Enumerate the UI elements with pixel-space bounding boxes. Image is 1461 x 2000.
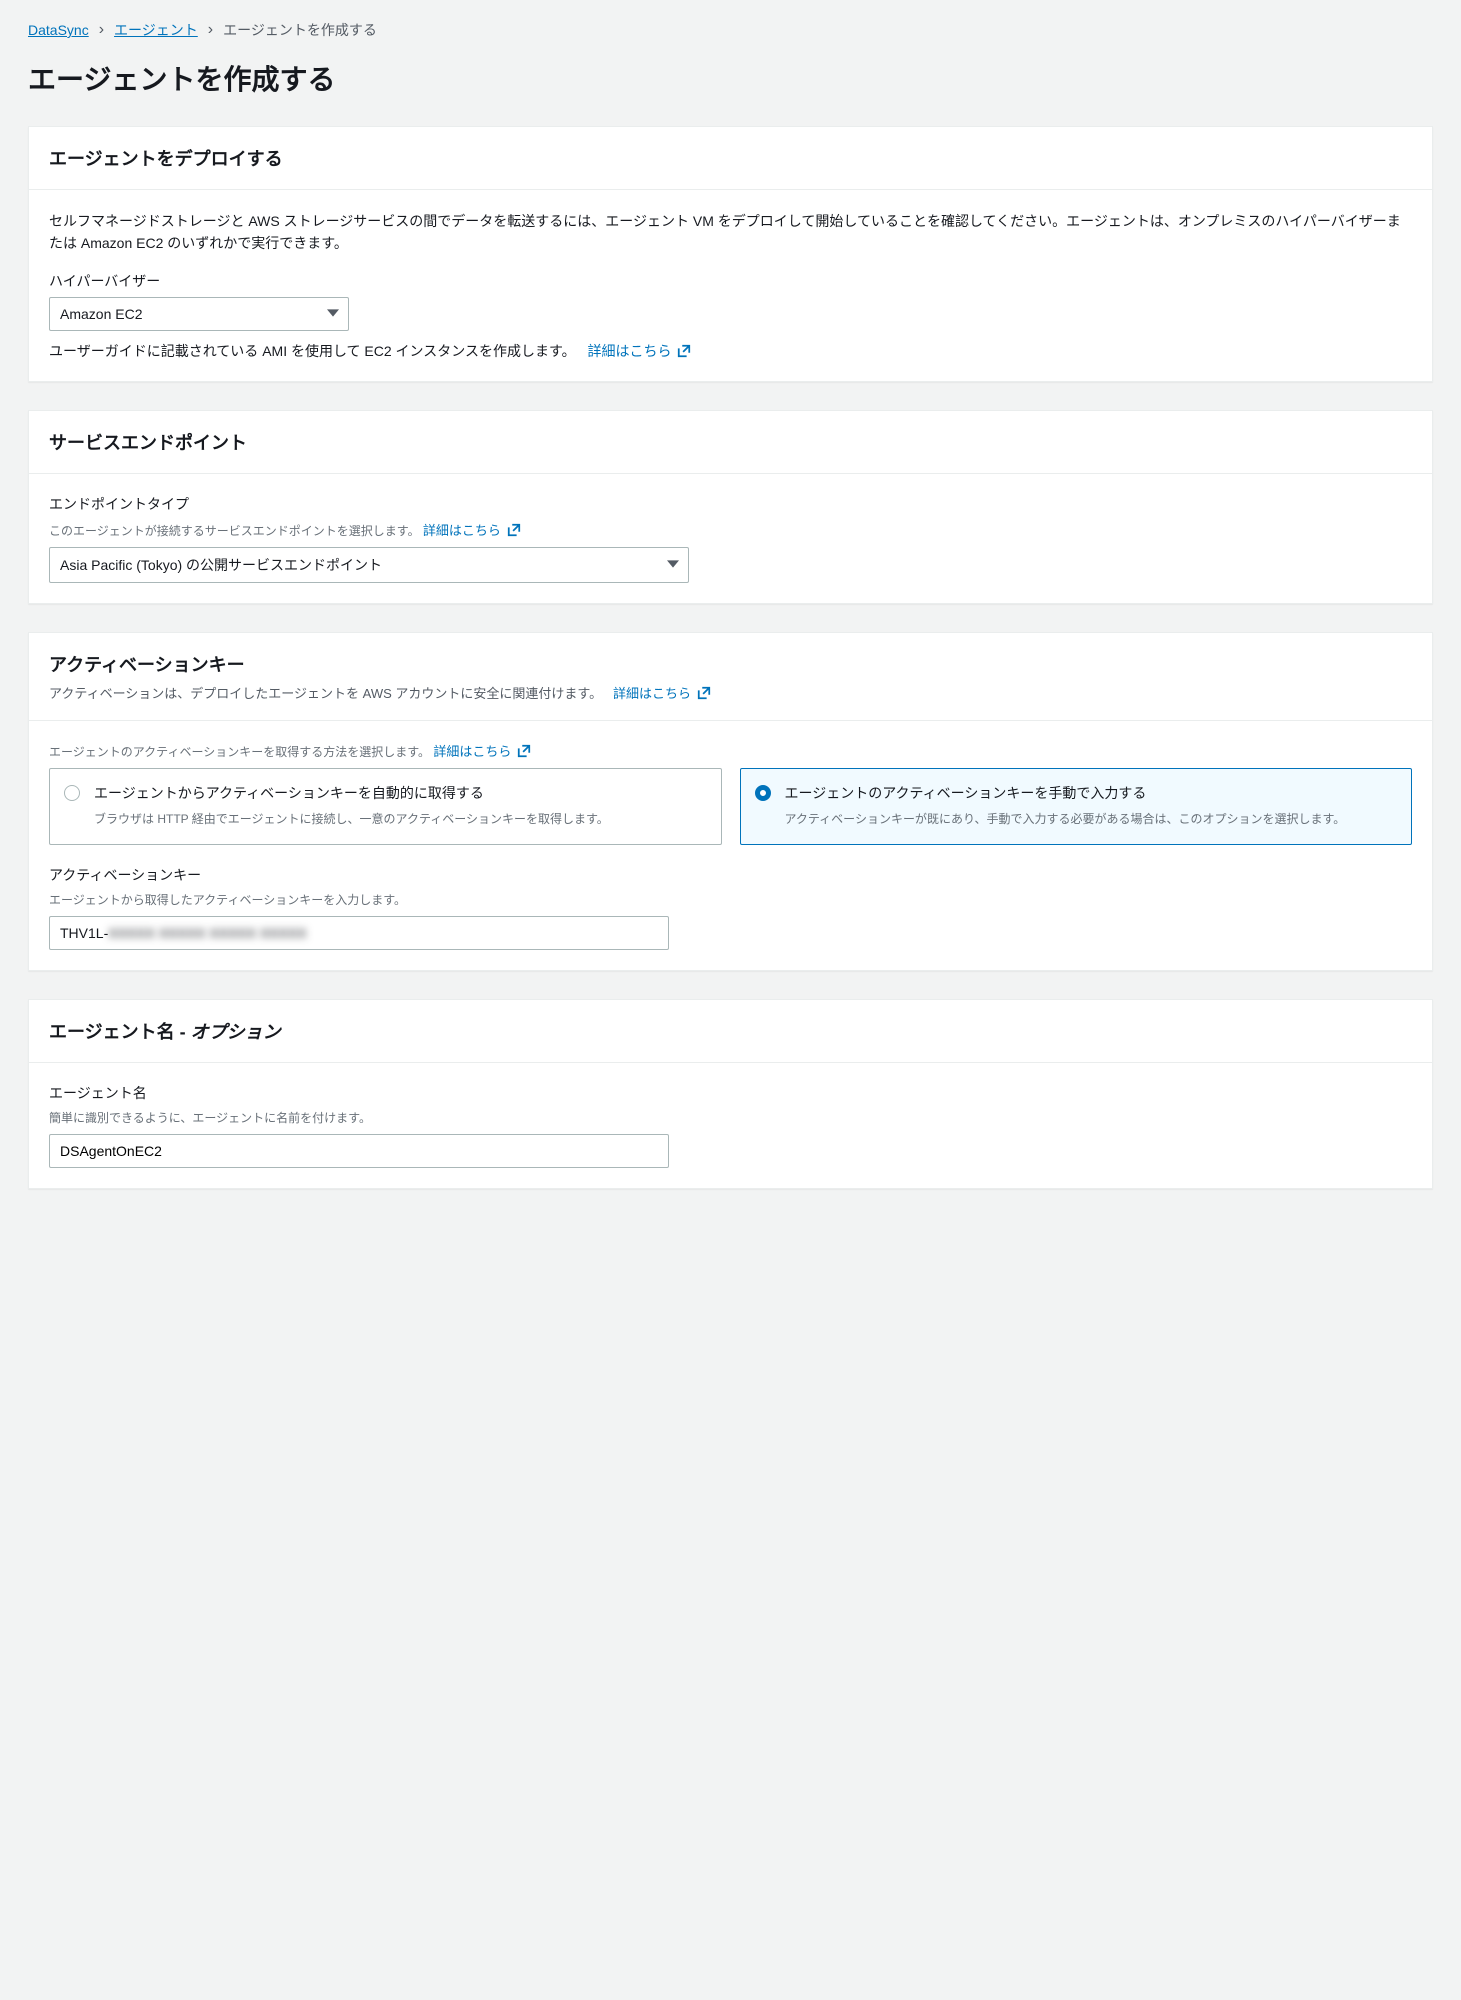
hypervisor-value: Amazon EC2 — [60, 306, 142, 322]
radio-icon — [64, 785, 80, 801]
panel-deploy-header: エージェントをデプロイする — [49, 145, 1412, 171]
activation-method-hint: エージェントのアクティベーションキーを取得する方法を選択します。 — [49, 745, 430, 759]
activation-sub: アクティベーションは、デプロイしたエージェントを AWS アカウントに安全に関連… — [49, 686, 602, 701]
panel-activation-header: アクティベーションキー — [49, 651, 1412, 677]
activation-key-hidden: XXXXX XXXXX XXXXX XXXXX — [108, 925, 306, 941]
deploy-description: セルフマネージドストレージと AWS ストレージサービスの間でデータを転送するに… — [49, 210, 1412, 255]
radio-manual-desc: アクティベーションキーが既にあり、手動で入力する必要がある場合は、このオプション… — [785, 810, 1396, 828]
endpoint-value: Asia Pacific (Tokyo) の公開サービスエンドポイント — [60, 555, 382, 575]
external-link-icon — [677, 344, 691, 358]
panel-service-endpoint: サービスエンドポイント エンドポイントタイプ このエージェントが接続するサービス… — [28, 410, 1433, 604]
radio-manual-title: エージェントのアクティベーションキーを手動で入力する — [785, 783, 1396, 804]
endpoint-select[interactable]: Asia Pacific (Tokyo) の公開サービスエンドポイント — [49, 547, 689, 583]
page-title: エージェントを作成する — [28, 58, 1433, 98]
external-link-icon — [507, 523, 521, 537]
activation-key-prefix: THV1L- — [60, 925, 108, 941]
chevron-right-icon: › — [208, 21, 213, 39]
agent-name-input[interactable] — [49, 1134, 669, 1168]
panel-agent-name-header: エージェント名 - オプション — [49, 1018, 1412, 1044]
breadcrumb-root[interactable]: DataSync — [28, 22, 89, 38]
agent-name-label: エージェント名 — [49, 1083, 1412, 1103]
agent-name-hint: 簡単に識別できるように、エージェントに名前を付けます。 — [49, 1109, 1412, 1126]
external-link-icon — [517, 744, 531, 758]
endpoint-learn-more-link[interactable]: 詳細はこちら — [423, 523, 521, 538]
activation-learn-more-link[interactable]: 詳細はこちら — [613, 686, 711, 701]
breadcrumb-current: エージェントを作成する — [223, 20, 377, 40]
radio-option-manual[interactable]: エージェントのアクティベーションキーを手動で入力する アクティベーションキーが既… — [740, 768, 1413, 845]
deploy-below-text: ユーザーガイドに記載されている AMI を使用して EC2 インスタンスを作成し… — [49, 343, 576, 359]
activation-key-label: アクティベーションキー — [49, 865, 1412, 885]
radio-auto-title: エージェントからアクティベーションキーを自動的に取得する — [94, 783, 705, 804]
breadcrumb-agents[interactable]: エージェント — [114, 20, 198, 40]
external-link-icon — [697, 686, 711, 700]
panel-agent-name: エージェント名 - オプション エージェント名 簡単に識別できるように、エージェ… — [28, 999, 1433, 1189]
endpoint-type-label: エンドポイントタイプ — [49, 494, 1412, 514]
hypervisor-select[interactable]: Amazon EC2 — [49, 297, 349, 331]
radio-option-auto[interactable]: エージェントからアクティベーションキーを自動的に取得する ブラウザは HTTP … — [49, 768, 722, 845]
panel-deploy-agent: エージェントをデプロイする セルフマネージドストレージと AWS ストレージサー… — [28, 126, 1433, 382]
radio-icon — [755, 785, 771, 801]
activation-key-input[interactable]: THV1L-XXXXX XXXXX XXXXX XXXXX — [49, 916, 669, 950]
panel-endpoint-header: サービスエンドポイント — [49, 429, 1412, 455]
breadcrumb: DataSync › エージェント › エージェントを作成する — [28, 20, 1433, 40]
panel-activation-key: アクティベーションキー アクティベーションは、デプロイしたエージェントを AWS… — [28, 632, 1433, 971]
activation-method-learn-more-link[interactable]: 詳細はこちら — [433, 744, 531, 759]
endpoint-type-hint: このエージェントが接続するサービスエンドポイントを選択します。 — [49, 524, 420, 538]
hypervisor-label: ハイパーバイザー — [49, 271, 1412, 291]
activation-key-hint: エージェントから取得したアクティベーションキーを入力します。 — [49, 891, 1412, 908]
radio-auto-desc: ブラウザは HTTP 経由でエージェントに接続し、一意のアクティベーションキーを… — [94, 810, 705, 828]
deploy-learn-more-link[interactable]: 詳細はこちら — [588, 343, 692, 359]
chevron-right-icon: › — [99, 21, 104, 39]
